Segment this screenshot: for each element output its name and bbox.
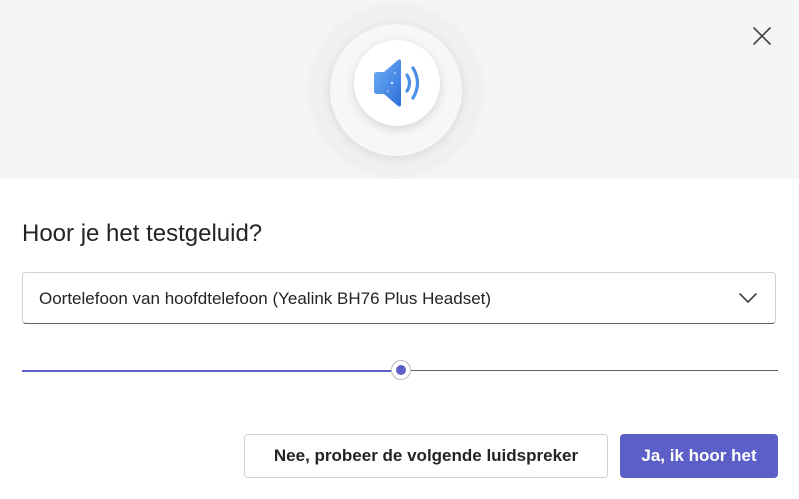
yes-i-hear-it-button[interactable]: Ja, ik hoor het bbox=[620, 434, 778, 478]
speaker-volume-icon bbox=[374, 59, 420, 107]
dialog-title: Hoor je het testgeluid? bbox=[22, 220, 263, 247]
volume-slider-track-filled bbox=[22, 370, 401, 372]
volume-slider[interactable] bbox=[22, 360, 778, 382]
test-sound-dialog: Hoor je het testgeluid? Oortelefoon van … bbox=[0, 0, 799, 499]
hero-banner bbox=[0, 0, 799, 179]
speaker-select-dropdown[interactable]: Oortelefoon van hoofdtelefoon (Yealink B… bbox=[22, 272, 776, 324]
try-next-speaker-button[interactable]: Nee, probeer de volgende luidspreker bbox=[244, 434, 608, 478]
close-button[interactable] bbox=[746, 20, 778, 52]
volume-slider-thumb[interactable] bbox=[391, 360, 411, 380]
chevron-down-icon bbox=[739, 293, 757, 303]
speaker-select-value: Oortelefoon van hoofdtelefoon (Yealink B… bbox=[39, 289, 492, 308]
close-icon bbox=[753, 27, 771, 45]
volume-slider-track bbox=[401, 370, 778, 371]
